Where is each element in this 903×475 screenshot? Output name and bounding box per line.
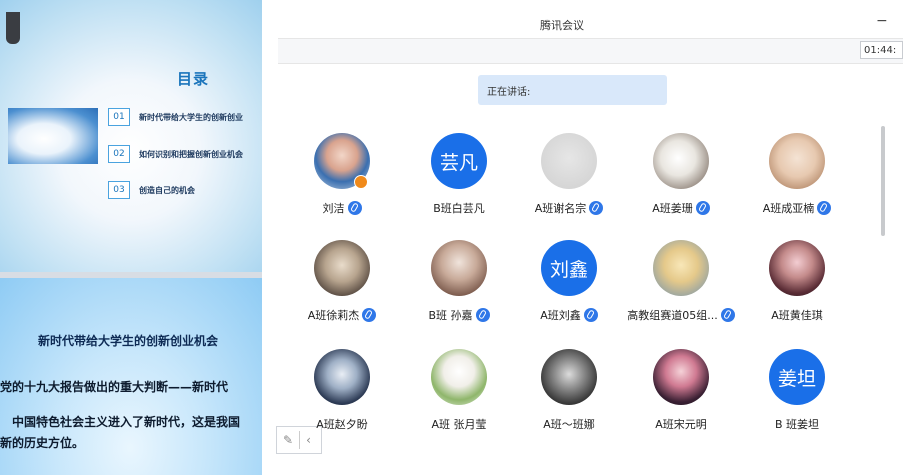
microphone-icon — [695, 201, 710, 215]
participant-name: A班刘鑫 — [540, 309, 581, 322]
participant-name-row: B班 孙嘉 — [399, 307, 519, 323]
scrollbar[interactable] — [881, 126, 885, 236]
avatar — [314, 240, 370, 296]
participant-tile[interactable]: A班 张月莹 — [399, 349, 519, 449]
microphone-icon — [347, 201, 362, 215]
participant-tile[interactable]: A班黄佳琪 — [737, 240, 857, 340]
host-badge-icon — [354, 175, 368, 189]
avatar — [769, 240, 825, 296]
participant-name: A班 张月莹 — [431, 418, 487, 431]
participant-name: A班成亚楠 — [762, 202, 815, 215]
participant-name-row: A班谢名宗 — [509, 200, 629, 216]
participant-name-row: A班徐莉杰 — [282, 307, 402, 323]
participant-tile[interactable]: A班赵夕盼 — [282, 349, 402, 449]
participant-name-row: B 班姜坦 — [737, 416, 857, 432]
toc-text: 如何识别和把握创新创业机会 — [139, 149, 243, 159]
microphone-icon — [475, 308, 490, 322]
microphone-icon — [583, 308, 598, 322]
avatar — [769, 133, 825, 189]
toc-title: 目录 — [177, 70, 210, 88]
participant-name-row: 高教组赛道05组... — [621, 307, 741, 323]
participant-name-row: A班姜珊 — [621, 200, 741, 216]
microphone-icon — [362, 308, 377, 322]
toc-text: 创造自己的机会 — [139, 185, 195, 195]
participant-tile[interactable]: B班 孙嘉 — [399, 240, 519, 340]
slide2-line-3: 新的历史方位。 — [0, 436, 85, 450]
participant-tile[interactable]: A班姜珊 — [621, 133, 741, 233]
participant-name: A班谢名宗 — [534, 202, 587, 215]
participant-tile[interactable]: 刘洁 — [282, 133, 402, 233]
slide2-line-1: 党的十九大报告做出的重大判断——新时代 — [0, 380, 229, 394]
toc-text: 新时代带给大学生的创新创业 — [139, 112, 243, 122]
toc-num: 02 — [108, 145, 130, 163]
window-title: 腾讯会议 — [540, 19, 584, 32]
participant-name: A班赵夕盼 — [316, 418, 368, 431]
participant-name-row: A班～班娜 — [509, 416, 629, 432]
panel-handle[interactable] — [6, 12, 20, 44]
participant-tile[interactable]: 姜坦 B 班姜坦 — [737, 349, 857, 449]
participant-name-row: 刘洁 — [282, 200, 402, 216]
participant-tile[interactable]: 高教组赛道05组... — [621, 240, 741, 340]
avatar — [653, 240, 709, 296]
participant-tile[interactable]: A班谢名宗 — [509, 133, 629, 233]
participant-name: B 班姜坦 — [774, 418, 820, 431]
microphone-icon — [589, 201, 604, 215]
avatar — [431, 349, 487, 405]
avatar: 芸凡 — [431, 133, 487, 189]
toc-item-1: 01 新时代带给大学生的创新创业 — [108, 108, 243, 126]
participant-name: B班 孙嘉 — [428, 309, 473, 322]
avatar — [653, 133, 709, 189]
participant-name: A班～班娜 — [543, 418, 595, 431]
shared-screen-panel: 目录 01 新时代带给大学生的创新创业 02 如何识别和把握创新创业机会 03 … — [0, 0, 262, 475]
participant-name-row: A班赵夕盼 — [282, 416, 402, 432]
participant-name-row: A班宋元明 — [621, 416, 741, 432]
avatar: 刘鑫 — [541, 240, 597, 296]
speaking-indicator: 正在讲话: — [478, 75, 667, 105]
avatar — [653, 349, 709, 405]
meeting-toolbar — [278, 38, 903, 64]
participant-name: 高教组赛道05组... — [627, 309, 718, 322]
avatar — [431, 240, 487, 296]
participant-name: A班黄佳琪 — [771, 309, 823, 322]
avatar — [314, 349, 370, 405]
microphone-icon — [817, 201, 832, 215]
participant-name-row: A班刘鑫 — [509, 307, 629, 323]
microphone-icon — [720, 308, 735, 322]
meeting-timer: 01:44: — [860, 41, 903, 59]
participant-name-row: A班 张月莹 — [399, 416, 519, 432]
participant-name: B班白芸凡 — [433, 202, 485, 215]
avatar — [541, 349, 597, 405]
participant-name-row: B班白芸凡 — [399, 200, 519, 216]
minimize-icon[interactable]: − — [876, 13, 888, 29]
avatar: 姜坦 — [769, 349, 825, 405]
participant-name: A班徐莉杰 — [307, 309, 360, 322]
toc-item-2: 02 如何识别和把握创新创业机会 — [108, 145, 243, 163]
participant-name-row: A班黄佳琪 — [737, 307, 857, 323]
avatar — [541, 133, 597, 189]
sky-image — [8, 108, 98, 164]
participant-name: A班宋元明 — [655, 418, 707, 431]
toc-item-3: 03 创造自己的机会 — [108, 181, 195, 199]
participant-tile[interactable]: A班徐莉杰 — [282, 240, 402, 340]
participant-name: 刘洁 — [322, 202, 345, 215]
participant-tile[interactable]: 芸凡 B班白芸凡 — [399, 133, 519, 233]
slide2-line-2: 中国特色社会主义进入了新时代，这是我国 — [12, 415, 241, 429]
participant-tile[interactable]: A班～班娜 — [509, 349, 629, 449]
participant-tile[interactable]: A班成亚楠 — [737, 133, 857, 233]
participant-tile[interactable]: 刘鑫 A班刘鑫 — [509, 240, 629, 340]
participant-name: A班姜珊 — [652, 202, 693, 215]
toc-num: 03 — [108, 181, 130, 199]
toc-num: 01 — [108, 108, 130, 126]
participant-name-row: A班成亚楠 — [737, 200, 857, 216]
slide2-title: 新时代带给大学生的创新创业机会 — [38, 334, 219, 348]
participant-tile[interactable]: A班宋元明 — [621, 349, 741, 449]
